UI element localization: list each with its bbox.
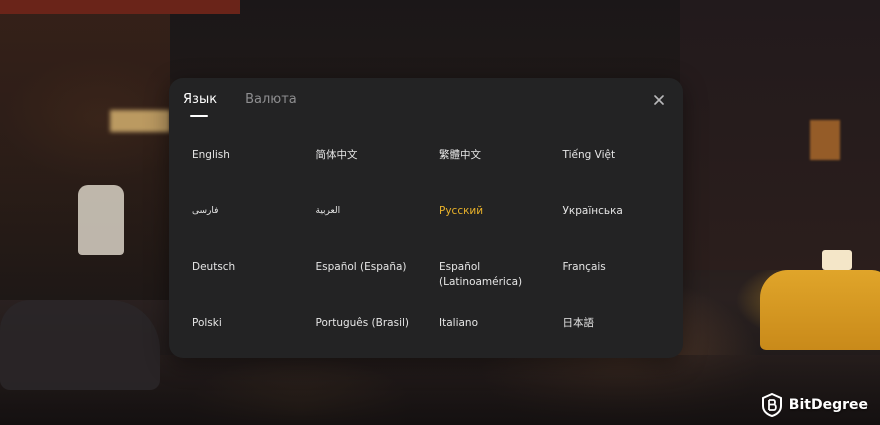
language-option-italian[interactable]: Italiano bbox=[439, 316, 563, 372]
close-button[interactable] bbox=[649, 90, 669, 110]
language-option-german[interactable]: Deutsch bbox=[192, 260, 316, 316]
language-option-spanish-spain[interactable]: Español (España) bbox=[316, 260, 440, 316]
language-option-portuguese-brazil[interactable]: Português (Brasil) bbox=[316, 316, 440, 372]
language-option-polish[interactable]: Polski bbox=[192, 316, 316, 372]
modal-tabs: Язык Валюта bbox=[183, 92, 297, 117]
active-tab-indicator bbox=[190, 115, 208, 117]
language-option-vietnamese[interactable]: Tiếng Việt bbox=[563, 148, 687, 204]
language-option-persian[interactable]: فارسی bbox=[192, 204, 316, 260]
tab-currency-label: Валюта bbox=[245, 92, 297, 107]
language-option-arabic[interactable]: العربية bbox=[316, 204, 440, 260]
language-option-french[interactable]: Français bbox=[563, 260, 687, 316]
language-option-spanish-latam[interactable]: Español (Latinoamérica) bbox=[439, 260, 563, 316]
watermark-text: BitDegree bbox=[788, 397, 868, 413]
language-option-english[interactable]: English bbox=[192, 148, 316, 204]
language-list: English 简体中文 繁體中文 Tiếng Việt فارسی العرب… bbox=[192, 148, 687, 372]
tab-language-label: Язык bbox=[183, 92, 218, 107]
close-icon bbox=[654, 95, 664, 105]
tab-currency[interactable]: Валюта bbox=[245, 92, 297, 108]
language-option-russian[interactable]: Русский bbox=[439, 204, 563, 260]
bitdegree-watermark: BitDegree bbox=[761, 393, 868, 417]
language-currency-modal: Язык Валюта English 简体中文 繁體中文 Tiếng Việt… bbox=[169, 78, 683, 358]
language-option-traditional-chinese[interactable]: 繁體中文 bbox=[439, 148, 563, 204]
language-option-simplified-chinese[interactable]: 简体中文 bbox=[316, 148, 440, 204]
language-option-japanese[interactable]: 日本語 bbox=[563, 316, 687, 372]
tab-language[interactable]: Язык bbox=[183, 92, 218, 117]
language-option-ukrainian[interactable]: Українська bbox=[563, 204, 687, 260]
bitdegree-logo-icon bbox=[761, 393, 782, 417]
